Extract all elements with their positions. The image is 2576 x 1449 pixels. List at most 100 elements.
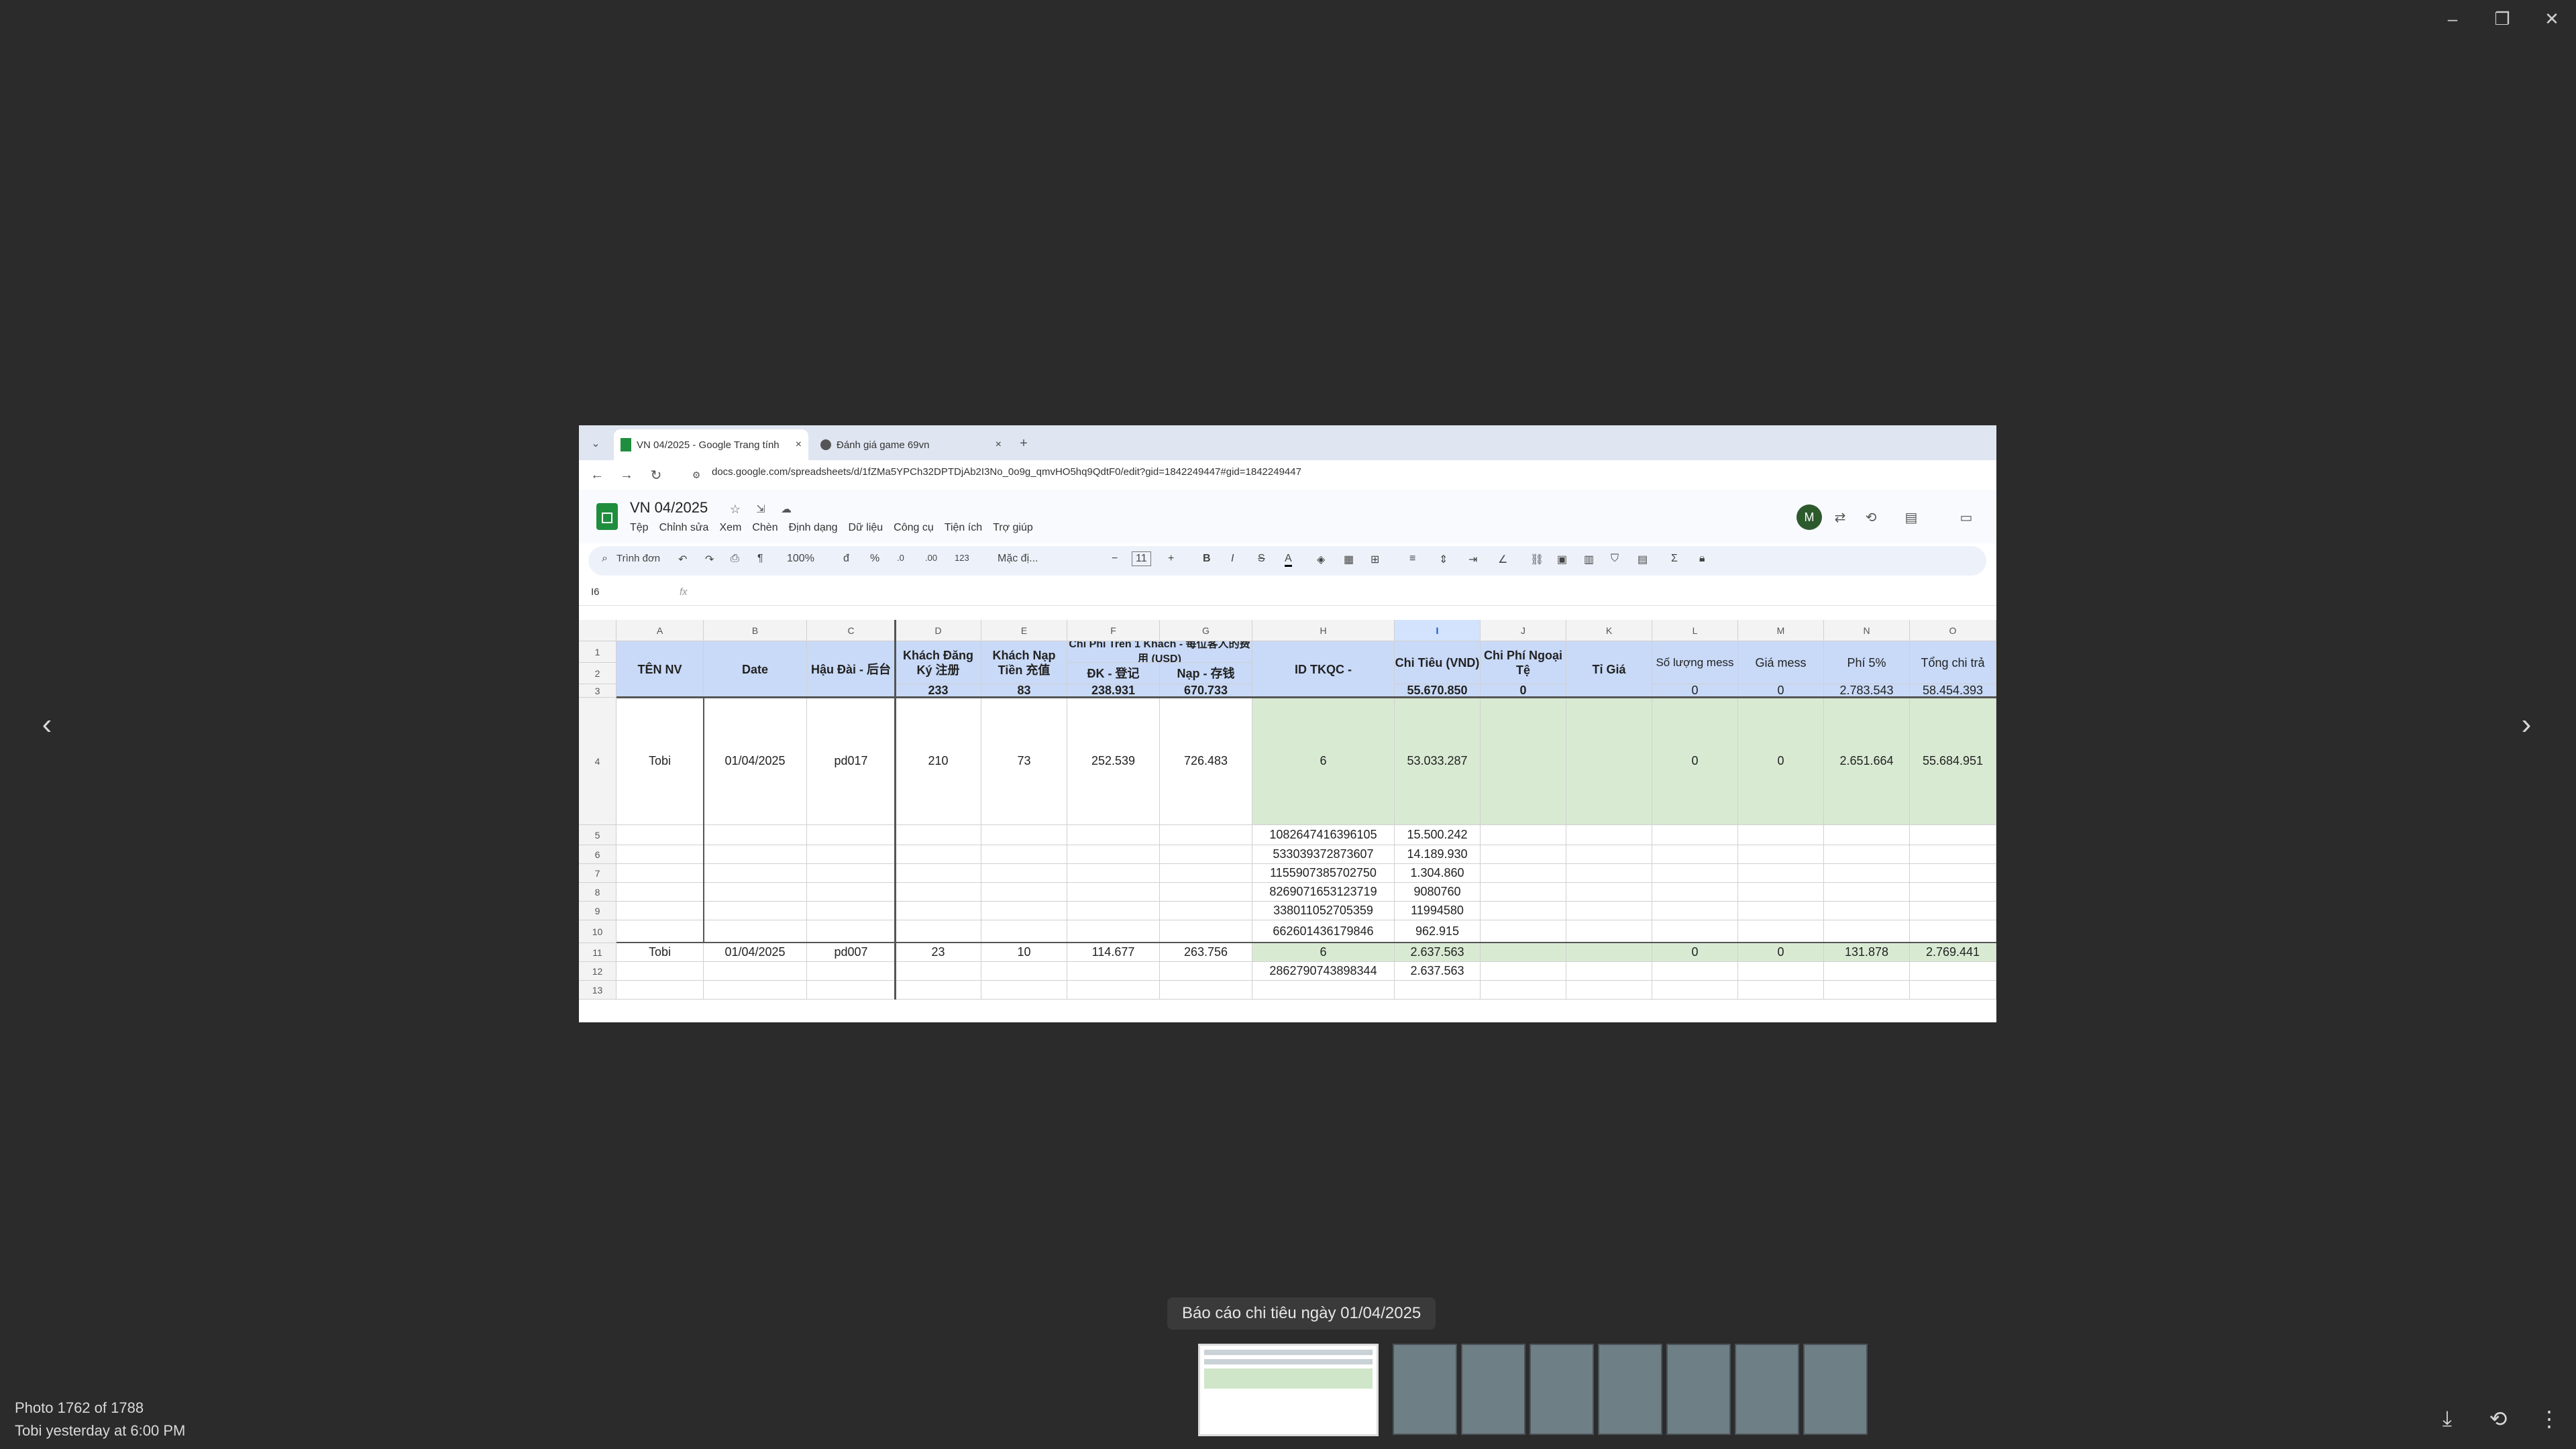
filmstrip-thumbnail[interactable]: [1735, 1344, 1799, 1435]
empty-cell[interactable]: [1067, 845, 1160, 864]
row-header-12[interactable]: 12: [579, 962, 616, 981]
empty-cell[interactable]: [981, 825, 1067, 845]
tab-sheet[interactable]: VN 04/2025 - Google Trang tính ×: [614, 429, 808, 460]
empty-cell[interactable]: [616, 864, 704, 883]
row4-j[interactable]: [1481, 698, 1566, 825]
row4-g[interactable]: 726.483: [1160, 698, 1252, 825]
sheets-logo-icon[interactable]: [596, 503, 618, 530]
empty-cell[interactable]: [1910, 845, 1996, 864]
empty-cell[interactable]: [896, 883, 981, 902]
empty-cell[interactable]: [1067, 902, 1160, 920]
row4-m[interactable]: 0: [1738, 698, 1824, 825]
menu-data[interactable]: Dữ liệu: [849, 522, 883, 534]
row4-a[interactable]: Tobi: [616, 698, 704, 825]
search-menu-icon[interactable]: ⌕: [602, 553, 608, 565]
row-header-10[interactable]: 10: [579, 920, 616, 943]
rotate-icon[interactable]: ⟲: [2479, 1402, 2517, 1436]
empty-cell[interactable]: [807, 981, 896, 1000]
sum-j[interactable]: 0: [1481, 684, 1566, 698]
empty-cell[interactable]: [1652, 902, 1738, 920]
row-header-4[interactable]: 4: [579, 698, 616, 825]
column-header-k[interactable]: K: [1566, 620, 1652, 641]
empty-cell[interactable]: [1566, 825, 1652, 845]
header-so-luong-mess[interactable]: Số lượng mess: [1652, 641, 1738, 684]
empty-cell[interactable]: [1067, 981, 1160, 1000]
empty-cell[interactable]: [1824, 920, 1910, 943]
detail-chi-tieu[interactable]: 1.304.860: [1395, 864, 1481, 883]
site-info-icon[interactable]: ⚙: [686, 465, 706, 485]
borders-icon[interactable]: ▦: [1344, 553, 1354, 566]
bold-button[interactable]: B: [1203, 553, 1211, 565]
url-text[interactable]: docs.google.com/spreadsheets/d/1fZMa5YPC…: [712, 466, 1301, 478]
empty-cell[interactable]: [1481, 864, 1566, 883]
empty-cell[interactable]: [896, 962, 981, 981]
sum-d[interactable]: 233: [896, 684, 981, 698]
empty-cell[interactable]: [981, 864, 1067, 883]
menu-view[interactable]: Xem: [719, 522, 741, 534]
undo-icon[interactable]: ↶: [678, 553, 687, 566]
star-icon[interactable]: ☆: [725, 499, 745, 519]
detail-id-tkqc[interactable]: 1155907385702750: [1252, 864, 1395, 883]
empty-cell[interactable]: [1652, 883, 1738, 902]
column-header-f[interactable]: F: [1067, 620, 1160, 641]
font-size-input[interactable]: 11: [1132, 551, 1151, 566]
comments-icon[interactable]: ▤: [1901, 507, 1921, 527]
empty-cell[interactable]: [1160, 845, 1252, 864]
column-header-e[interactable]: E: [981, 620, 1067, 641]
sum-m[interactable]: 0: [1738, 684, 1824, 698]
move-icon[interactable]: ⇲: [751, 499, 771, 519]
strikethrough-button[interactable]: S: [1258, 553, 1265, 565]
menu-insert[interactable]: Chèn: [752, 522, 777, 534]
detail-id-tkqc[interactable]: 533039372873607: [1252, 845, 1395, 864]
row11-j[interactable]: [1481, 943, 1566, 962]
history-icon[interactable]: ⟲: [1861, 507, 1881, 527]
empty-cell[interactable]: [1067, 920, 1160, 943]
insert-comment-icon[interactable]: ▣: [1557, 553, 1567, 566]
empty-cell[interactable]: [704, 902, 807, 920]
empty-cell[interactable]: [1652, 845, 1738, 864]
header-hau-dai[interactable]: Hậu Đài - 后台: [807, 641, 896, 698]
empty-cell[interactable]: [1652, 981, 1738, 1000]
empty-cell[interactable]: [616, 825, 704, 845]
empty-cell[interactable]: [896, 902, 981, 920]
header-date[interactable]: Date: [704, 641, 807, 698]
empty-cell[interactable]: [1067, 864, 1160, 883]
empty-cell[interactable]: [981, 883, 1067, 902]
empty-cell[interactable]: [807, 864, 896, 883]
empty-cell[interactable]: [704, 962, 807, 981]
column-header-c[interactable]: C: [807, 620, 896, 641]
row11-a[interactable]: Tobi: [616, 943, 704, 962]
menu-tools[interactable]: Công cụ: [894, 522, 934, 534]
row4-h[interactable]: 6: [1252, 698, 1395, 825]
filmstrip-thumbnail[interactable]: [1198, 1344, 1379, 1436]
font-select[interactable]: Mặc đị...: [998, 553, 1038, 565]
header-nap[interactable]: Nạp - 存钱: [1160, 663, 1252, 684]
empty-cell[interactable]: [1824, 981, 1910, 1000]
empty-cell[interactable]: [1910, 981, 1996, 1000]
row4-n[interactable]: 2.651.664: [1824, 698, 1910, 825]
empty-cell[interactable]: [1481, 962, 1566, 981]
row11-k[interactable]: [1566, 943, 1652, 962]
detail-chi-tieu[interactable]: 9080760: [1395, 883, 1481, 902]
row-header-13[interactable]: 13: [579, 981, 616, 1000]
detail-chi-tieu[interactable]: 14.189.930: [1395, 845, 1481, 864]
empty-cell[interactable]: [1738, 902, 1824, 920]
sum-i[interactable]: 55.670.850: [1395, 684, 1481, 698]
empty-cell[interactable]: [1481, 902, 1566, 920]
empty-cell[interactable]: [704, 825, 807, 845]
row11-d[interactable]: 23: [896, 943, 981, 962]
empty-cell[interactable]: [1395, 981, 1481, 1000]
header-id-tkqc[interactable]: ID TKQC -: [1252, 641, 1395, 698]
row12-h[interactable]: 2862790743898344: [1252, 962, 1395, 981]
empty-cell[interactable]: [807, 962, 896, 981]
empty-cell[interactable]: [896, 920, 981, 943]
filmstrip-thumbnail[interactable]: [1666, 1344, 1731, 1435]
filmstrip-thumbnail[interactable]: [1598, 1344, 1662, 1435]
increase-decimal-button[interactable]: .00: [925, 553, 937, 563]
empty-cell[interactable]: [1067, 825, 1160, 845]
empty-cell[interactable]: [896, 864, 981, 883]
redo-icon[interactable]: ↷: [705, 553, 714, 566]
empty-cell[interactable]: [704, 864, 807, 883]
empty-cell[interactable]: [1652, 920, 1738, 943]
menu-extensions[interactable]: Tiện ích: [945, 522, 982, 534]
